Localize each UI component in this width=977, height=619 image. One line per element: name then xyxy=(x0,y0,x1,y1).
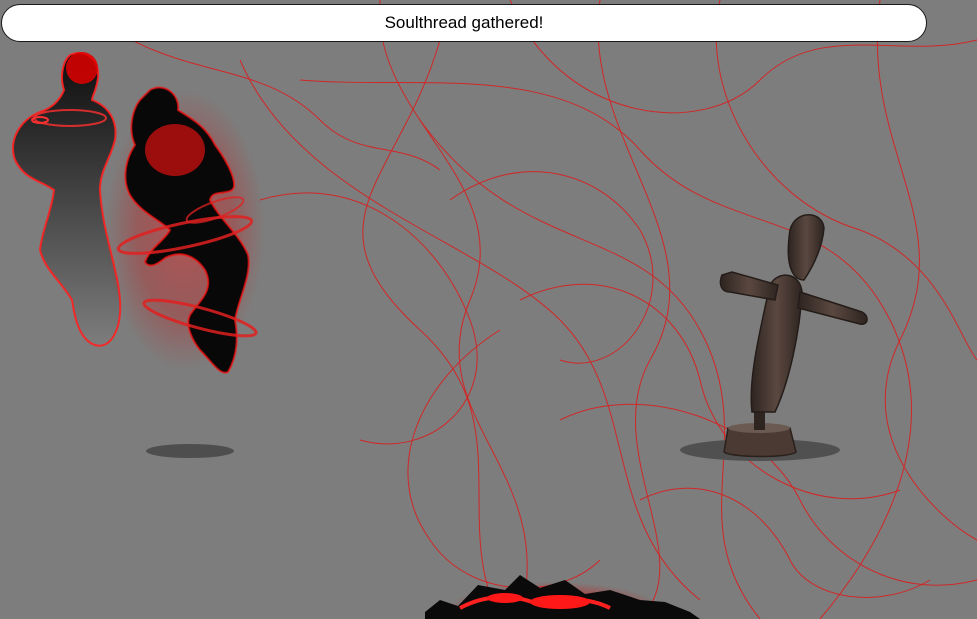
training-dummy[interactable] xyxy=(680,214,868,461)
notification-text: Soulthread gathered! xyxy=(384,13,544,32)
notification-banner: Soulthread gathered! xyxy=(1,4,927,42)
player-shadow xyxy=(146,444,234,458)
game-scene[interactable] xyxy=(0,0,977,619)
soulweaver-avatar[interactable] xyxy=(12,52,265,374)
